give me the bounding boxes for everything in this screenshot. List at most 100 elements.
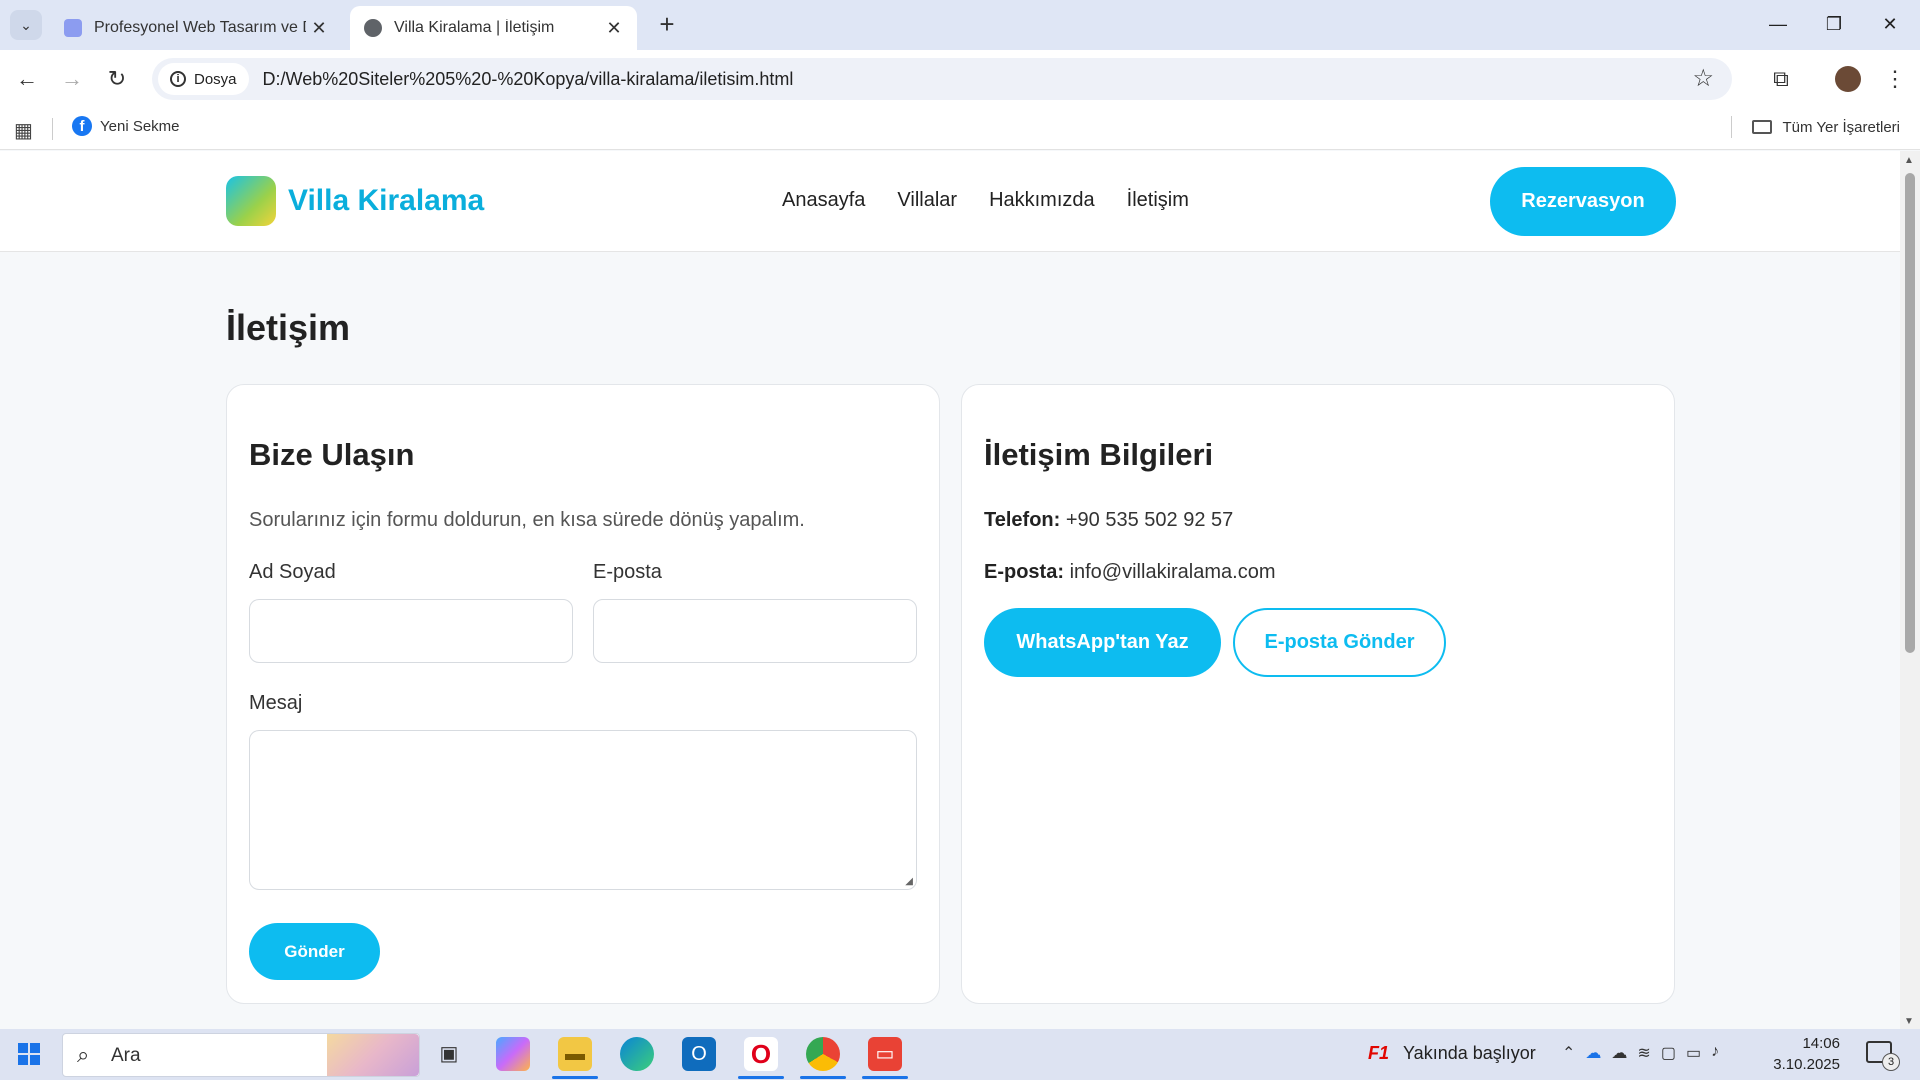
email-info-value: info@villakiralama.com bbox=[1069, 561, 1276, 583]
email-field[interactable] bbox=[593, 599, 917, 663]
contact-form-card: Bize Ulaşın Sorularınız için formu doldu… bbox=[226, 384, 940, 1004]
name-field[interactable] bbox=[249, 599, 573, 663]
widgets-news[interactable]: F1 Yakında başlıyor bbox=[1368, 1043, 1536, 1064]
tab-title: Profesyonel Web Tasarım ve Dij bbox=[94, 19, 306, 36]
contact-info-card: İletişim Bilgileri Telefon: +90 535 502 … bbox=[961, 384, 1675, 1004]
windows-taskbar: ⌕ Ara ▣ ▬ O O ▭ F1 Yakında başlıyor ⌃ ☁ … bbox=[0, 1029, 1920, 1080]
address-bar[interactable]: i Dosya D:/Web%20Siteler%205%20-%20Kopya… bbox=[152, 58, 1732, 100]
name-label: Ad Soyad bbox=[249, 561, 336, 583]
bookmark-star-icon[interactable]: ☆ bbox=[1692, 64, 1714, 93]
site-info-label: Dosya bbox=[194, 70, 237, 88]
widget-text: Yakında başlıyor bbox=[1403, 1043, 1536, 1063]
reservation-button[interactable]: Rezervasyon bbox=[1490, 167, 1676, 236]
presentation-app-icon[interactable]: ▭ bbox=[862, 1037, 908, 1079]
facebook-icon: f bbox=[72, 116, 92, 136]
page-scrollbar[interactable]: ▲ ▼ bbox=[1900, 151, 1920, 1029]
scroll-down-icon[interactable]: ▼ bbox=[1904, 1016, 1914, 1027]
search-highlight-image bbox=[327, 1034, 419, 1076]
chrome-icon[interactable] bbox=[800, 1037, 846, 1079]
tab-search-dropdown-icon[interactable]: ⌄ bbox=[10, 10, 42, 40]
notification-count: 3 bbox=[1882, 1053, 1900, 1071]
site-logo[interactable]: Villa Kiralama bbox=[226, 176, 484, 226]
bookmark-yeni-sekme[interactable]: f Yeni Sekme bbox=[72, 116, 180, 136]
phone-value: +90 535 502 92 57 bbox=[1065, 509, 1234, 531]
close-tab-icon[interactable]: ✕ bbox=[306, 18, 332, 39]
close-tab-icon[interactable]: ✕ bbox=[601, 18, 627, 39]
system-tray: ⌃ ☁ ☁ ≋ ▢ ▭ ♪ bbox=[1562, 1043, 1719, 1063]
file-explorer-icon[interactable]: ▬ bbox=[552, 1037, 598, 1079]
clock-date: 3.10.2025 bbox=[1773, 1056, 1840, 1073]
tab-title: Villa Kiralama | İletişim bbox=[394, 19, 555, 36]
window-close-icon[interactable]: ✕ bbox=[1870, 8, 1910, 40]
edge-icon[interactable] bbox=[620, 1037, 654, 1071]
tab-villa-contact[interactable]: Villa Kiralama | İletişim ✕ bbox=[350, 6, 637, 50]
page-viewport: Villa Kiralama Anasayfa Villalar Hakkımı… bbox=[0, 151, 1900, 1029]
scrollbar-thumb[interactable] bbox=[1905, 173, 1915, 653]
browser-tab-bar: ⌄ Profesyonel Web Tasarım ve Dij ✕ Villa… bbox=[0, 0, 1920, 50]
info-heading: İletişim Bilgileri bbox=[984, 437, 1214, 472]
chevron-up-icon[interactable]: ⌃ bbox=[1562, 1043, 1575, 1063]
send-email-button[interactable]: E-posta Gönder bbox=[1233, 608, 1446, 677]
search-placeholder: Ara bbox=[111, 1045, 141, 1066]
divider bbox=[1731, 116, 1733, 138]
whatsapp-button[interactable]: WhatsApp'tan Yaz bbox=[984, 608, 1221, 677]
opera-icon[interactable]: O bbox=[738, 1037, 784, 1079]
url-text[interactable]: D:/Web%20Siteler%205%20-%20Kopya/villa-k… bbox=[263, 69, 794, 90]
site-favicon-icon bbox=[64, 19, 82, 37]
task-view-icon[interactable]: ▣ bbox=[432, 1037, 466, 1071]
email-line: E-posta: info@villakiralama.com bbox=[984, 561, 1275, 584]
sync-error-icon[interactable]: ☁ bbox=[1611, 1043, 1627, 1063]
taskbar-search[interactable]: ⌕ Ara bbox=[62, 1033, 420, 1077]
back-arrow-icon[interactable]: ← bbox=[12, 64, 42, 94]
copilot-icon[interactable] bbox=[496, 1037, 530, 1071]
scroll-up-icon[interactable]: ▲ bbox=[1904, 155, 1914, 166]
brand-name: Villa Kiralama bbox=[288, 184, 485, 217]
site-header: Villa Kiralama Anasayfa Villalar Hakkımı… bbox=[0, 151, 1900, 252]
menu-kebab-icon[interactable]: ⋮ bbox=[1880, 64, 1910, 94]
nav-link-iletisim[interactable]: İletişim bbox=[1127, 189, 1189, 212]
apps-grid-icon[interactable]: ▦ bbox=[14, 118, 33, 143]
search-icon: ⌕ bbox=[77, 1042, 90, 1067]
extensions-icon[interactable]: ⧉ bbox=[1766, 64, 1796, 94]
bookmark-label: Yeni Sekme bbox=[100, 117, 180, 135]
battery-icon[interactable]: ▭ bbox=[1686, 1043, 1701, 1063]
volume-icon[interactable]: ♪ bbox=[1711, 1043, 1719, 1063]
folder-icon bbox=[1752, 120, 1773, 134]
email-label: E-posta bbox=[593, 561, 662, 583]
taskbar-clock[interactable]: 14:06 3.10.2025 bbox=[1770, 1033, 1840, 1075]
logo-mark-icon bbox=[226, 176, 276, 226]
phone-label: Telefon: bbox=[984, 509, 1061, 531]
monitor-icon[interactable]: ▢ bbox=[1661, 1043, 1676, 1063]
reload-icon[interactable]: ↻ bbox=[102, 64, 132, 94]
all-bookmarks-label: Tüm Yer İşaretleri bbox=[1782, 118, 1900, 136]
restore-icon[interactable]: ❐ bbox=[1814, 8, 1854, 40]
globe-icon bbox=[364, 19, 382, 37]
outlook-icon[interactable]: O bbox=[682, 1037, 716, 1071]
nav-link-anasayfa[interactable]: Anasayfa bbox=[782, 189, 865, 212]
new-tab-button[interactable]: + bbox=[652, 10, 682, 40]
site-info-chip[interactable]: i Dosya bbox=[158, 63, 249, 95]
forward-arrow-icon[interactable]: → bbox=[57, 64, 87, 94]
minimize-icon[interactable]: — bbox=[1758, 8, 1798, 40]
page-title: İletişim bbox=[226, 307, 351, 348]
browser-toolbar: ← → ↻ i Dosya D:/Web%20Siteler%205%20-%2… bbox=[0, 50, 1920, 108]
main-nav: Anasayfa Villalar Hakkımızda İletişim bbox=[782, 189, 1189, 212]
message-label: Mesaj bbox=[249, 692, 303, 714]
nav-link-hakkimizda[interactable]: Hakkımızda bbox=[989, 189, 1095, 212]
notification-icon[interactable]: 3 bbox=[1866, 1041, 1900, 1071]
divider bbox=[52, 118, 53, 140]
message-textarea[interactable]: ◢ bbox=[249, 730, 917, 890]
email-info-label: E-posta: bbox=[984, 561, 1064, 583]
bookmarks-bar: ▦ f Yeni Sekme Tüm Yer İşaretleri bbox=[0, 108, 1920, 150]
onedrive-icon[interactable]: ☁ bbox=[1585, 1043, 1601, 1063]
wifi-icon[interactable]: ≋ bbox=[1637, 1043, 1650, 1063]
nav-link-villalar[interactable]: Villalar bbox=[897, 189, 957, 212]
windows-start-icon[interactable] bbox=[18, 1043, 40, 1065]
f1-icon: F1 bbox=[1368, 1043, 1390, 1063]
resize-handle-icon[interactable]: ◢ bbox=[905, 876, 913, 887]
submit-button[interactable]: Gönder bbox=[249, 923, 380, 980]
clock-time: 14:06 bbox=[1802, 1035, 1840, 1052]
tab-web-design[interactable]: Profesyonel Web Tasarım ve Dij ✕ bbox=[50, 6, 342, 50]
all-bookmarks-button[interactable]: Tüm Yer İşaretleri bbox=[1731, 116, 1900, 138]
profile-avatar[interactable] bbox=[1835, 66, 1861, 92]
